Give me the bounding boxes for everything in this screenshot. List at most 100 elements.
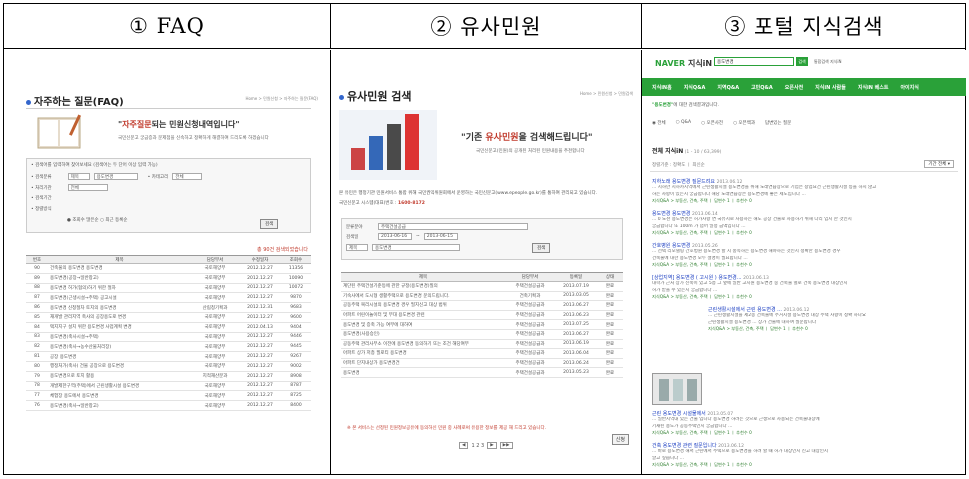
row-title[interactable]: 건축물의 용도변경 용도변경: [48, 263, 191, 274]
field-select[interactable]: 제목: [346, 244, 368, 251]
table-row[interactable]: 용도변경 및 증축 가능 여부에 대하여 주택건설공급과 2013.07.25 완료: [341, 319, 623, 330]
table-row[interactable]: 90 건축물의 용도변경 용도변경 국토해양부 2012.12.27 11356: [26, 263, 311, 274]
menu-local[interactable]: 지역Q&A: [717, 84, 739, 91]
page-numbers[interactable]: 1 2 3: [471, 443, 484, 449]
row-title[interactable]: 기숙사에서 도시형 생활주택으로 용도변경 문의드립니다.: [341, 291, 505, 302]
result-title[interactable]: [상업지역] 용도변경 ( 고시원 ) 용도변경... 2013.06.13: [652, 274, 927, 281]
table-row[interactable]: 공동주택 복리시설의 용도변경 경우 필지신고 대상 범위 주택건설공급과 2013…: [341, 300, 623, 311]
table-row[interactable]: 계단된 주택건설기준등에 관한 규정(용도변경)질의 주택건설공급과 2013.07…: [341, 281, 623, 292]
search-button[interactable]: 검색: [260, 219, 279, 229]
row-title[interactable]: 용도변경으로 토지 활용: [48, 371, 191, 382]
result-meta: 지식Q&A > 부동산, 건축, 주택 ㅣ 답변수 1 ㅣ 추천수 0: [652, 294, 752, 299]
row-title[interactable]: 용도변경(사용승인): [341, 329, 505, 340]
tab-encyc[interactable]: ○ 오픈백과: [733, 120, 755, 126]
similar-screenshot: 유사민원 검색 Home > 민원신청 > 민원검색 "기존 유사민원을 검색해…: [331, 50, 642, 475]
apply-button[interactable]: 신청: [611, 434, 629, 445]
row-title[interactable]: 용도변경(축사→일반창고): [48, 400, 191, 411]
table-row[interactable]: 87 용도변경(근생시설→주택) 공고시설 국토해양부 2012.12.27 9870: [26, 292, 311, 304]
faq-slogan: "자주질문되는 민원신청내역입니다": [118, 120, 240, 129]
table-row[interactable]: 80 행정처가(축사) 건물 공장으로 용도변경 국토해양부 2012.12.27 90…: [26, 361, 311, 372]
date-to-input[interactable]: 2013-06-15: [423, 233, 458, 240]
result-title[interactable]: 근린 용도변경 시설물에서 2013.05.07: [652, 410, 927, 417]
table-row[interactable]: 76 용도변경(축사→일반창고) 국토해양부 2012.12.27 8400: [26, 400, 311, 411]
result-title[interactable]: 근린생활시설에서 근린 용도변경 ... 2013.06.12: [708, 306, 933, 313]
table-row[interactable]: 78 개발제한구역(주택)에서 근린생활시설 용도변경 국토해양부 2012.12.2…: [26, 381, 311, 392]
row-title[interactable]: 용도변경(근생시설→주택) 공고시설: [48, 292, 191, 304]
portal-search-button[interactable]: 검색: [796, 57, 808, 66]
row-title[interactable]: 용도변경 및 증축 가능 여부에 대하여: [341, 319, 505, 330]
table-row[interactable]: 85 재개발 관리지역 축사의 공장용도로 변경 국토해양부 2012.12.27 96…: [26, 312, 311, 323]
tab-answered[interactable]: 답변있는 질문: [765, 120, 791, 126]
table-row[interactable]: 77 체험장 용도에서 용도변경 국토해양부 2012.12.27 8725: [26, 390, 311, 402]
menu-dict[interactable]: 오픈사전: [785, 84, 803, 91]
category-select[interactable]: 전체: [172, 173, 203, 180]
table-row[interactable]: 89 용도변경(공장→일반창고) 국토해양부 2012.12.27 10090: [26, 273, 311, 284]
table-row[interactable]: 아파트 단지내상가 용도변경건 주택건설공급과 2013.06.24 완료: [341, 358, 623, 369]
table-row[interactable]: 용도변경(사용승인) 주택건설공급과 2013.06.27 완료: [341, 329, 623, 340]
row-title[interactable]: 용도변경(축사시설→주택): [48, 332, 191, 343]
org-select[interactable]: 전체: [67, 184, 108, 191]
portal-search-input[interactable]: 용도변경: [714, 57, 794, 66]
next-page-button[interactable]: ▶: [487, 442, 497, 449]
table-row[interactable]: 81 공장 용도변경 국토해양부 2012.12.27 9267: [26, 351, 311, 362]
period-select[interactable]: 기간 전체 ▾: [924, 160, 954, 168]
row-title[interactable]: 재개발 관리지역 축사의 공장용도로 변경: [48, 312, 191, 323]
menu-qa[interactable]: 지식Q&A: [684, 84, 706, 91]
menu-kids[interactable]: 아이지식: [900, 84, 918, 91]
table-row[interactable]: 83 용도변경(축사시설→주택) 국토해양부 2012.12.27 9446: [26, 332, 311, 343]
first-page-button[interactable]: ◀: [459, 442, 469, 449]
row-title[interactable]: 계단된 주택건설기준등에 관한 규정(용도변경)질의: [341, 281, 505, 292]
row-title[interactable]: 아파트 상가 저층 필로티 용도변경: [341, 348, 505, 359]
row-title[interactable]: 공동주택 관리사무소 이전에 용도변경 동의하기 또는 조건 해당여부: [341, 339, 505, 350]
category-select[interactable]: 주택건설공급: [378, 223, 528, 230]
table-row[interactable]: 79 용도변경으로 토지 활용 지적재산분과 2012.12.27 8908: [26, 371, 311, 382]
menu-home[interactable]: 지식iN홈: [652, 84, 672, 91]
result-title[interactable]: 건축 용도변경 관련 질문입니다 2013.06.12: [652, 442, 927, 449]
portal-top-links[interactable]: 통합검색 지식iN: [814, 59, 841, 65]
naver-logo[interactable]: NAVER 지식iN: [655, 58, 712, 69]
date-from-input[interactable]: 2013-06-16: [378, 233, 412, 240]
result-title[interactable]: 간호병원 용도변경 2013.05.26: [652, 242, 927, 249]
table-row[interactable]: 84 택지지구 설치 위한 용도변경 사업계획 변경 국토해양부 2012.04.13…: [26, 322, 311, 333]
table-row[interactable]: 용도변경 주택건설공급과 2013.05.23 완료: [341, 367, 623, 378]
row-date: 2013.06.27: [555, 300, 597, 311]
keyword-input[interactable]: 용도변경: [93, 173, 138, 180]
row-views: 9600: [281, 312, 311, 323]
row-title[interactable]: 택지지구 설치 위한 용도변경 사업계획 변경: [48, 322, 191, 333]
result-thumbnail[interactable]: [652, 373, 702, 405]
table-row[interactable]: 86 용도변경 신청절차 토지의 용도변경 산림청기획과 2012.12.31 9683: [26, 302, 311, 313]
row-title[interactable]: 아파트 어린이놀이터 및 부대 용도변경 관련: [341, 310, 505, 321]
row-title[interactable]: 아파트 단지내상가 용도변경건: [341, 358, 505, 369]
row-title[interactable]: 체험장 용도에서 용도변경: [48, 390, 191, 402]
search-button[interactable]: 검색: [532, 243, 551, 253]
result-title[interactable]: 지하노래 용도변경 질문드려요 2013.06.12: [652, 178, 927, 185]
table-row[interactable]: 아파트 어린이놀이터 및 부대 용도변경 관련 주택건설공급과 2013.06.23…: [341, 310, 623, 321]
keyword-input[interactable]: 용도변경: [372, 244, 460, 251]
row-title[interactable]: 용도변경 신청절차 토지의 용도변경: [48, 302, 191, 313]
row-title[interactable]: 개발제한구역(주택)에서 근린생활시설 용도변경: [48, 381, 191, 392]
row-title[interactable]: 용도변경(축사→농수산물처리장): [48, 341, 191, 353]
table-row[interactable]: 아파트 상가 저층 필로티 용도변경 주택건설공급과 2013.06.04 완료: [341, 348, 623, 359]
sort-options[interactable]: 정렬기준 : 정확도 ㅣ 최신순: [652, 162, 705, 168]
menu-people[interactable]: 지식iN 사람들: [815, 84, 846, 91]
tab-all[interactable]: ◉ 전체: [652, 120, 666, 126]
table-row[interactable]: 공동주택 관리사무소 이전에 용도변경 동의하기 또는 조건 해당여부 주택건설공…: [341, 339, 623, 350]
menu-worry[interactable]: 고민Q&A: [751, 84, 773, 91]
table-row[interactable]: 82 용도변경(축사→농수산물처리장) 국토해양부 2012.12.27 9445: [26, 341, 311, 353]
row-title[interactable]: 공동주택 복리시설의 용도변경 경우 필지신고 대상 범위: [341, 300, 505, 311]
last-page-button[interactable]: ▶▶: [499, 442, 513, 449]
row-title[interactable]: 용도변경: [341, 367, 505, 378]
table-row[interactable]: 88 용도변경 허가(협의)하기 위한 절차 국토해양부 2012.12.27 1007…: [26, 283, 311, 294]
result-title[interactable]: 용도변경 용도변경 2013.06.14: [652, 210, 927, 217]
row-dept: 국토해양부: [191, 273, 239, 284]
table-row[interactable]: 기숙사에서 도시형 생활주택으로 용도변경 문의드립니다. 건축기획과 2013.0…: [341, 291, 623, 302]
tab-dict[interactable]: ○ 오픈사전: [701, 120, 723, 126]
field-select[interactable]: 제목: [67, 173, 90, 180]
row-title[interactable]: 용도변경 허가(협의)하기 위한 절차: [48, 283, 191, 294]
row-title[interactable]: 공장 용도변경: [48, 351, 191, 362]
tab-qa[interactable]: ○ Q&A: [676, 120, 692, 126]
sort-options[interactable]: ● 조회수 많은순 ○ 최근 등록순: [67, 217, 128, 223]
row-title[interactable]: 행정처가(축사) 건물 공장으로 용도변경: [48, 361, 191, 372]
menu-best[interactable]: 지식iN 베스트: [858, 84, 889, 91]
row-title[interactable]: 용도변경(공장→일반창고): [48, 273, 191, 284]
